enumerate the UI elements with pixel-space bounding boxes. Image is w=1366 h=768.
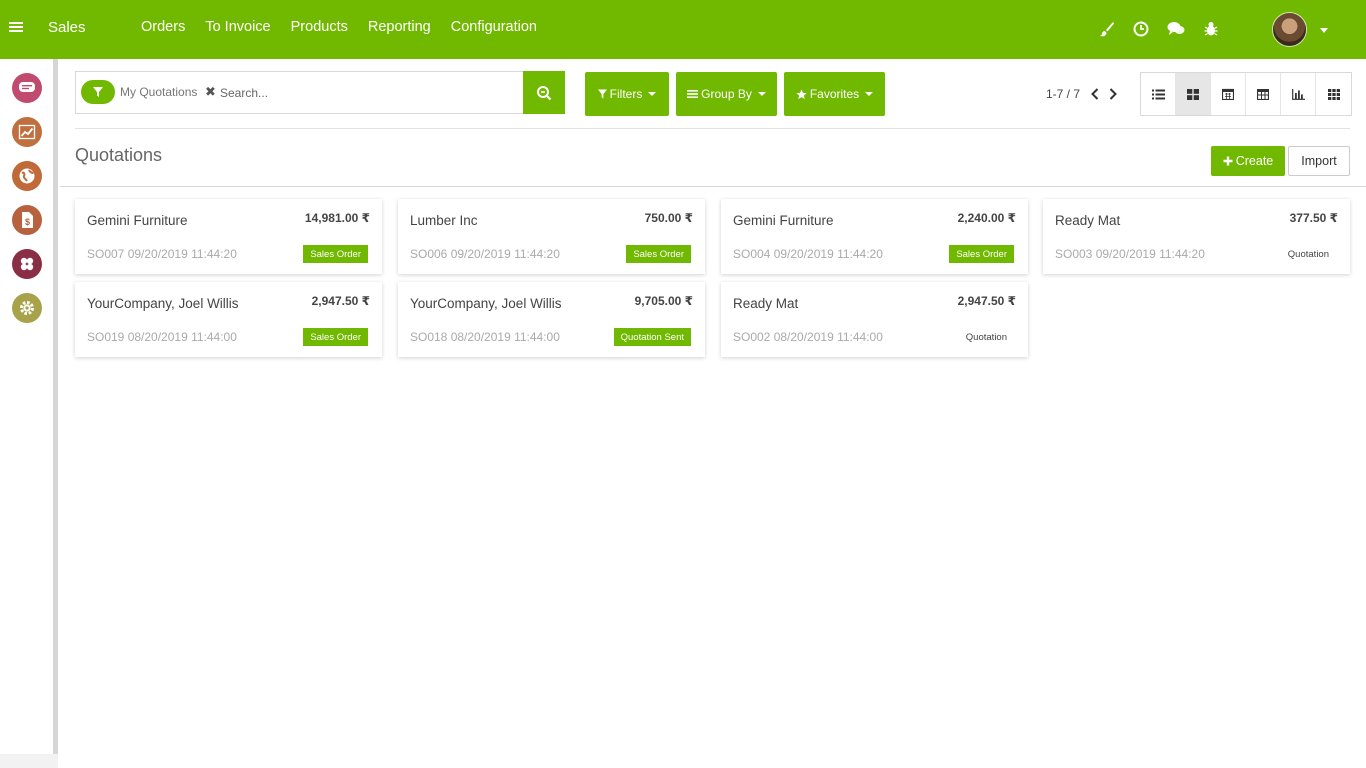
page-title: Quotations: [75, 145, 163, 165]
calendar-icon: [1222, 88, 1234, 100]
apps-sidebar: $: [0, 59, 58, 754]
list-icon: [1151, 89, 1165, 99]
view-switcher: [1140, 72, 1352, 116]
status-label: Quotation: [1287, 248, 1329, 260]
card-reference: SO003 09/20/2019 11:44:20: [1055, 247, 1205, 261]
card-reference: SO004 09/20/2019 11:44:20: [733, 247, 883, 261]
bars-icon: [687, 90, 699, 98]
svg-text:$: $: [25, 217, 30, 227]
divider: [60, 186, 1366, 187]
divider: [75, 128, 1350, 129]
kanban-card[interactable]: Ready Mat 2,947.50 ₹ SO002 08/20/2019 11…: [721, 282, 1028, 357]
menu-item-reporting[interactable]: Reporting: [368, 19, 431, 35]
grid-view-button[interactable]: [1316, 73, 1351, 115]
status-label: Quotation: [965, 331, 1007, 343]
search-bar: My Quotations ✖: [75, 71, 565, 114]
kanban-card[interactable]: Gemini Furniture 2,240.00 ₹ SO004 09/20/…: [721, 199, 1028, 274]
star-icon: [796, 88, 807, 99]
search-icon: [537, 85, 552, 100]
plus-icon: [1223, 156, 1233, 166]
chevron-down-icon[interactable]: [1320, 28, 1328, 33]
calendar-view-button[interactable]: [1211, 73, 1246, 115]
kanban-card[interactable]: YourCompany, Joel Willis 2,947.50 ₹ SO01…: [75, 282, 382, 357]
card-customer: Gemini Furniture: [733, 213, 834, 228]
website-app-icon[interactable]: [12, 161, 42, 191]
card-amount: 750.00 ₹: [644, 211, 693, 225]
sidebar-footer: [0, 754, 58, 768]
chat-icon[interactable]: [1167, 20, 1185, 38]
card-customer: Lumber Inc: [410, 213, 478, 228]
card-amount: 14,981.00 ₹: [304, 211, 370, 225]
bug-icon[interactable]: [1202, 20, 1220, 38]
invoicing-app-icon[interactable]: $: [12, 205, 42, 235]
kanban-card[interactable]: Ready Mat 377.50 ₹ SO003 09/20/2019 11:4…: [1043, 199, 1350, 274]
card-customer: Ready Mat: [1055, 213, 1121, 228]
facet-remove-icon[interactable]: ✖: [205, 84, 216, 100]
discuss-app-icon[interactable]: [12, 73, 42, 103]
filter-icon: [597, 89, 607, 99]
card-customer: Gemini Furniture: [87, 213, 188, 228]
status-badge: Quotation Sent: [613, 328, 691, 346]
kanban-card[interactable]: YourCompany, Joel Willis 9,705.00 ₹ SO01…: [398, 282, 705, 357]
main-menu: Orders To Invoice Products Reporting Con…: [141, 19, 557, 35]
clock-icon[interactable]: [1132, 20, 1150, 38]
kanban-card[interactable]: Lumber Inc 750.00 ₹ SO006 09/20/2019 11:…: [398, 199, 705, 274]
favorites-label: Favorites: [809, 87, 860, 101]
grid-icon: [1327, 88, 1340, 100]
filters-button[interactable]: Filters: [585, 72, 669, 116]
card-amount: 9,705.00 ₹: [634, 294, 693, 308]
pager-next-icon[interactable]: [1106, 86, 1120, 102]
list-view-button[interactable]: [1141, 73, 1176, 115]
status-badge: Sales Order: [303, 328, 368, 346]
search-input[interactable]: [220, 82, 510, 104]
card-customer: YourCompany, Joel Willis: [87, 296, 239, 311]
card-reference: SO007 09/20/2019 11:44:20: [87, 247, 237, 261]
bar-chart-icon: [1291, 88, 1305, 100]
apps-app-icon[interactable]: [12, 249, 42, 279]
card-customer: Ready Mat: [733, 296, 799, 311]
create-button[interactable]: Create: [1211, 146, 1285, 176]
card-amount: 2,240.00 ₹: [957, 211, 1016, 225]
card-reference: SO002 08/20/2019 11:44:00: [733, 330, 883, 344]
user-avatar[interactable]: [1272, 12, 1307, 47]
filters-label: Filters: [609, 87, 643, 101]
brush-icon[interactable]: [1098, 20, 1116, 38]
status-badge: Sales Order: [626, 245, 691, 263]
top-navbar: Sales Orders To Invoice Products Reporti…: [0, 0, 1366, 59]
sales-app-icon[interactable]: [12, 117, 42, 147]
pivot-view-button[interactable]: [1246, 73, 1281, 115]
create-label: Create: [1235, 154, 1274, 168]
search-button[interactable]: [523, 71, 565, 114]
menu-item-products[interactable]: Products: [291, 19, 348, 35]
status-badge: Sales Order: [303, 245, 368, 263]
card-amount: 377.50 ₹: [1289, 211, 1338, 225]
card-customer: YourCompany, Joel Willis: [410, 296, 562, 311]
filter-facet-icon: [81, 80, 115, 104]
menu-item-configuration[interactable]: Configuration: [451, 19, 537, 35]
card-reference: SO018 08/20/2019 11:44:00: [410, 330, 560, 344]
pager-value[interactable]: 1-7 / 7: [1046, 87, 1080, 101]
kanban-view-button[interactable]: [1176, 73, 1211, 115]
kanban-icon: [1187, 88, 1199, 100]
app-brand[interactable]: Sales: [48, 19, 86, 36]
menu-item-orders[interactable]: Orders: [141, 19, 185, 35]
import-button[interactable]: Import: [1288, 146, 1350, 176]
table-icon: [1257, 88, 1269, 100]
pager-previous-icon[interactable]: [1088, 86, 1102, 102]
group-by-label: Group By: [701, 87, 752, 101]
settings-app-icon[interactable]: [12, 293, 42, 323]
graph-view-button[interactable]: [1281, 73, 1316, 115]
favorites-button[interactable]: Favorites: [784, 72, 885, 116]
status-badge: Sales Order: [949, 245, 1014, 263]
kanban-card[interactable]: Gemini Furniture 14,981.00 ₹ SO007 09/20…: [75, 199, 382, 274]
menu-item-to-invoice[interactable]: To Invoice: [205, 19, 270, 35]
menu-toggle-icon[interactable]: [9, 20, 23, 38]
group-by-button[interactable]: Group By: [676, 72, 777, 116]
card-reference: SO019 08/20/2019 11:44:00: [87, 330, 237, 344]
search-facet-label: My Quotations: [120, 85, 198, 99]
card-reference: SO006 09/20/2019 11:44:20: [410, 247, 560, 261]
card-amount: 2,947.50 ₹: [311, 294, 370, 308]
card-amount: 2,947.50 ₹: [957, 294, 1016, 308]
